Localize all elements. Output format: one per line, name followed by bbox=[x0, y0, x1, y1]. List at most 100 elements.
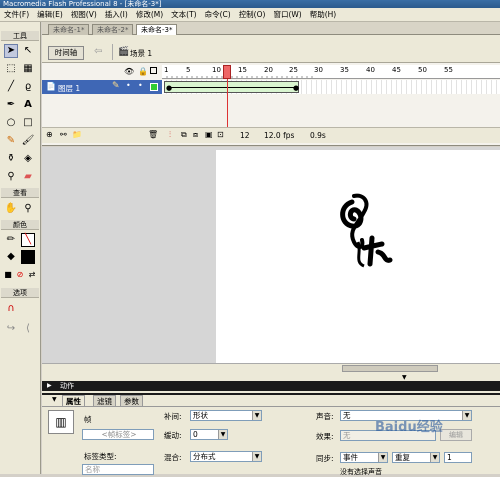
text-tool-icon[interactable]: A bbox=[21, 98, 35, 112]
ruler-label-1: 1 bbox=[164, 66, 169, 74]
tween-select[interactable]: 形状 ▼ bbox=[190, 410, 262, 421]
menu-insert[interactable]: 插入(I) bbox=[101, 9, 132, 20]
expand-arrow-icon: ▶ bbox=[47, 382, 52, 389]
stage[interactable]: 安之 bbox=[216, 150, 500, 363]
layer-lock-dot[interactable]: • bbox=[138, 81, 143, 90]
rectangle-tool-icon[interactable]: □ bbox=[21, 116, 35, 130]
snap-to-objects-icon[interactable]: ∩ bbox=[4, 302, 18, 316]
menu-commands[interactable]: 命令(C) bbox=[201, 9, 235, 20]
timeline-toggle-button[interactable]: 时间轴 bbox=[48, 46, 84, 60]
sync-label: 同步: bbox=[316, 454, 334, 463]
fill-color-swatch[interactable] bbox=[21, 250, 35, 264]
line-tool-icon[interactable]: ╱ bbox=[4, 80, 18, 94]
eraser-tool-icon[interactable]: ▰ bbox=[21, 170, 35, 184]
repeat-select[interactable]: 重复 ▼ bbox=[392, 452, 440, 463]
lock-icon[interactable]: 🔒 bbox=[138, 67, 148, 76]
menu-text[interactable]: 文本(T) bbox=[167, 9, 200, 20]
hand-tool-icon[interactable]: ✋ bbox=[4, 202, 18, 216]
current-frame: 12 bbox=[240, 131, 250, 140]
ink-bottle-tool-icon[interactable]: ⚱ bbox=[4, 152, 18, 166]
add-folder-icon[interactable]: 📁 bbox=[72, 130, 82, 139]
free-transform-tool-icon[interactable]: ⬚ bbox=[4, 62, 18, 76]
doc-tab-2[interactable]: 未命名-2* bbox=[92, 24, 134, 35]
calligraphy-artwork[interactable] bbox=[334, 192, 394, 272]
stroke-color-swatch[interactable]: ╲ bbox=[21, 233, 35, 247]
layer-visible-dot[interactable]: • bbox=[126, 81, 131, 90]
ruler-label-20: 20 bbox=[264, 66, 273, 74]
selection-tool-icon[interactable]: ➤ bbox=[4, 44, 18, 58]
layer-outline-color[interactable] bbox=[150, 83, 158, 91]
paint-bucket-tool-icon[interactable]: ◈ bbox=[21, 152, 35, 166]
eyedropper-tool-icon[interactable]: ⚲ bbox=[4, 170, 18, 184]
no-color-icon[interactable]: ⊘ bbox=[14, 268, 26, 282]
actions-panel-bar[interactable]: ▶ 动作 bbox=[42, 381, 500, 391]
edit-sound-button[interactable]: 编辑 bbox=[440, 429, 472, 441]
tab-properties[interactable]: 属性 bbox=[62, 395, 85, 406]
swap-colors-icon[interactable]: ⇄ bbox=[26, 268, 38, 282]
sync-select[interactable]: 事件 ▼ bbox=[340, 452, 388, 463]
oval-tool-icon[interactable]: ○ bbox=[4, 116, 18, 130]
smooth-icon[interactable]: ↪ bbox=[4, 322, 18, 336]
onion-skin-icon[interactable]: ⧉ bbox=[181, 130, 187, 140]
add-guide-icon[interactable]: ⚯ bbox=[60, 130, 67, 139]
layer-row[interactable]: 📄 图层 1 ✎ • • bbox=[42, 80, 162, 94]
fill-transform-tool-icon[interactable]: ▦ bbox=[21, 62, 35, 76]
label-type-select[interactable]: 名称 bbox=[82, 464, 154, 475]
pencil-tool-icon[interactable]: ✎ bbox=[4, 134, 18, 148]
zoom-tool-icon[interactable]: ⚲ bbox=[21, 202, 35, 216]
chevron-down-icon: ▼ bbox=[252, 411, 261, 420]
menu-modify[interactable]: 修改(M) bbox=[132, 9, 167, 20]
pen-tool-icon[interactable]: ✒ bbox=[4, 98, 18, 112]
layer-name[interactable]: 图层 1 bbox=[58, 83, 80, 94]
menu-view[interactable]: 视图(V) bbox=[67, 9, 101, 20]
show-hide-icon[interactable]: 👁 bbox=[124, 67, 134, 76]
doc-tab-1[interactable]: 未命名-1* bbox=[48, 24, 90, 35]
ease-value: 0 bbox=[193, 430, 198, 439]
stroke-color-icon[interactable]: ✏ bbox=[4, 233, 18, 247]
elapsed-time: 0.9s bbox=[310, 131, 326, 140]
menu-control[interactable]: 控制(O) bbox=[235, 9, 270, 20]
menu-edit[interactable]: 编辑(E) bbox=[33, 9, 67, 20]
frame-name-input[interactable]: <帧标签> bbox=[82, 429, 154, 440]
frame-ruler[interactable]: 1 5 10 15 20 25 30 35 40 45 50 55 bbox=[162, 65, 500, 79]
edit-multiple-icon[interactable]: ▣ bbox=[205, 130, 213, 139]
tab-parameters[interactable]: 参数 bbox=[120, 395, 143, 406]
panel-collapse-arrow-icon[interactable]: ▼ bbox=[402, 374, 407, 381]
subselection-tool-icon[interactable]: ↖ bbox=[21, 44, 35, 58]
delete-layer-icon[interactable]: 🗑 bbox=[148, 130, 158, 139]
outline-icon[interactable] bbox=[150, 67, 157, 74]
fill-color-icon[interactable]: ◆ bbox=[4, 250, 18, 264]
menu-window[interactable]: 窗口(W) bbox=[269, 9, 305, 20]
frame-label: 帧 bbox=[84, 415, 92, 424]
divider bbox=[112, 44, 113, 60]
frame-track[interactable]: ● ● bbox=[162, 80, 500, 94]
menu-file[interactable]: 文件(F) bbox=[0, 9, 33, 20]
black-white-icon[interactable]: ■ bbox=[2, 268, 14, 282]
add-layer-icon[interactable]: ⊕ bbox=[46, 130, 53, 139]
doc-tab-3[interactable]: 未命名-3* bbox=[136, 24, 178, 35]
ruler-label-10: 10 bbox=[212, 66, 221, 74]
menu-bar: 文件(F) 编辑(E) 视图(V) 插入(I) 修改(M) 文本(T) 命令(C… bbox=[0, 8, 500, 22]
playhead[interactable] bbox=[223, 65, 231, 79]
ruler-label-25: 25 bbox=[289, 66, 298, 74]
onion-outline-icon[interactable]: ⧈ bbox=[193, 130, 198, 140]
keyframe-end[interactable]: ● bbox=[293, 85, 299, 92]
tab-filters[interactable]: 滤镜 bbox=[93, 395, 116, 406]
ease-input[interactable]: 0 ▼ bbox=[190, 429, 228, 440]
ruler-label-35: 35 bbox=[340, 66, 349, 74]
menu-help[interactable]: 帮助(H) bbox=[306, 9, 341, 20]
repeat-count-input[interactable]: 1 bbox=[444, 452, 472, 463]
lasso-tool-icon[interactable]: ϱ bbox=[21, 80, 35, 94]
scroll-thumb[interactable] bbox=[342, 365, 438, 372]
center-frame-icon[interactable]: ⫶ bbox=[169, 130, 171, 140]
stage-horizontal-scrollbar[interactable] bbox=[42, 363, 500, 373]
brush-tool-icon[interactable]: 🖌 bbox=[21, 134, 35, 148]
keyframe-start[interactable]: ● bbox=[166, 85, 172, 92]
actions-panel-label: 动作 bbox=[60, 382, 74, 390]
modify-markers-icon[interactable]: ⊡ bbox=[217, 130, 224, 139]
straighten-icon[interactable]: ⟨ bbox=[21, 322, 35, 336]
collapse-arrow-icon[interactable]: ▼ bbox=[52, 396, 57, 403]
blend-select[interactable]: 分布式 ▼ bbox=[190, 451, 262, 462]
frame-rate[interactable]: 12.0 fps bbox=[264, 131, 294, 140]
back-arrow-icon[interactable]: ⇦ bbox=[94, 46, 102, 57]
